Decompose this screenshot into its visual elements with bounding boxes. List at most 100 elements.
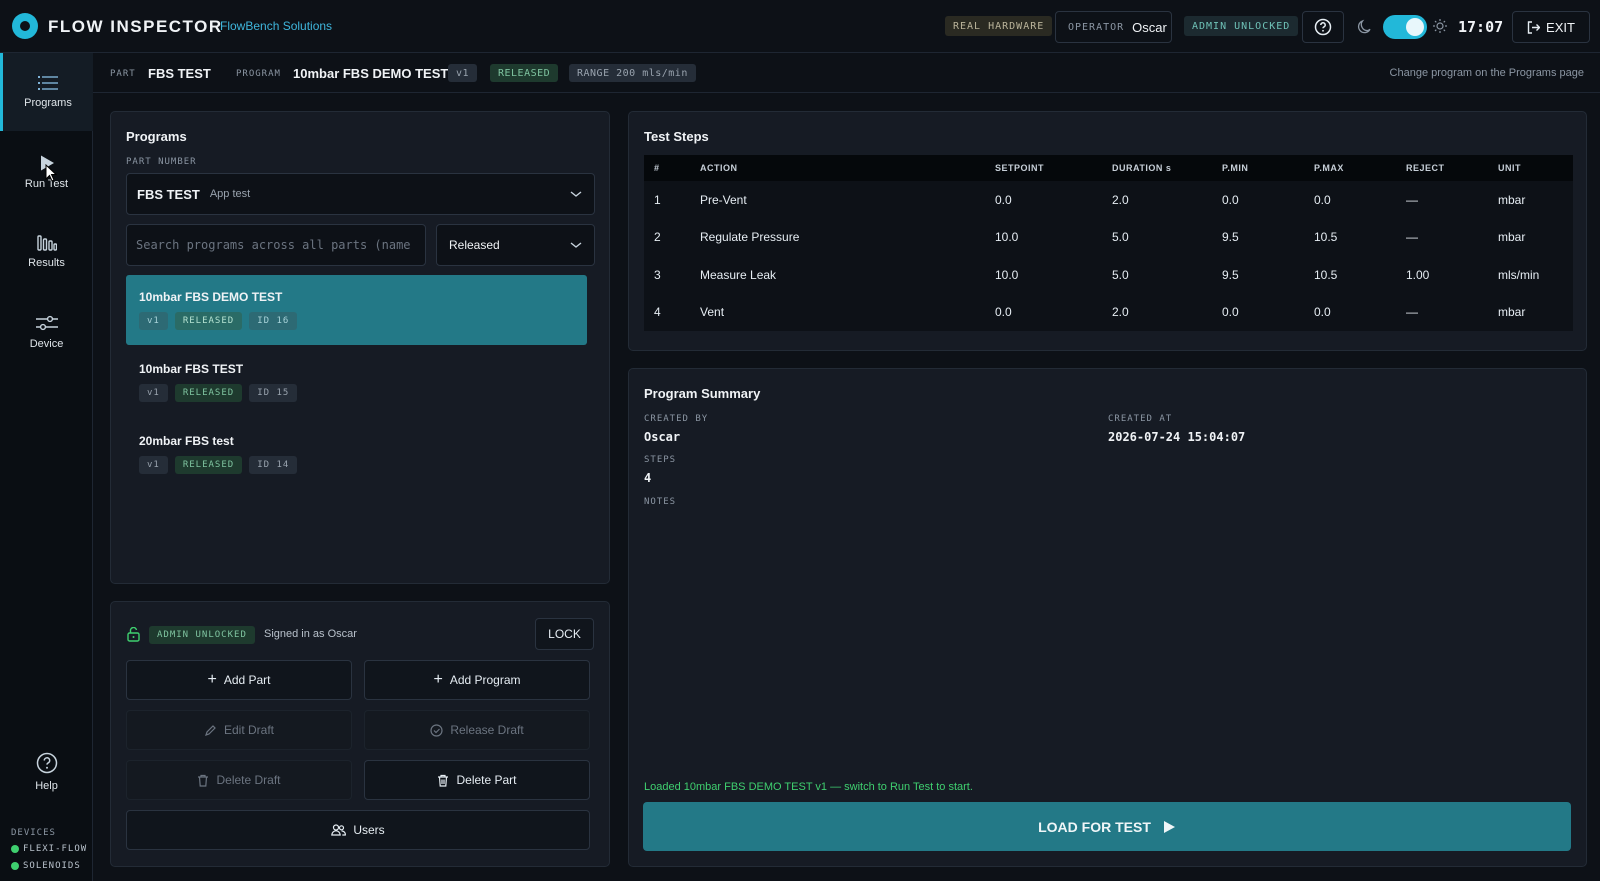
column-header: P.MAX [1304,155,1396,181]
check-circle-icon [430,723,443,737]
edit-draft-label: Edit Draft [223,723,274,737]
delete-part-label: Delete Part [456,773,517,787]
admin-panel: ADMIN UNLOCKED Signed in as Oscar LOCK +… [110,601,610,867]
exit-icon [1527,20,1541,34]
moon-icon [1357,19,1371,34]
status-tag: RELEASED [174,312,243,330]
sidebar-item-label: Help [35,780,58,792]
part-number-select[interactable]: FBS TEST App test [126,173,595,215]
operator-box[interactable]: OPERATOR Oscar [1055,11,1172,43]
mouse-cursor-icon [45,164,57,182]
table-cell: 2.0 [1102,181,1212,219]
logo-icon [12,13,38,39]
add-part-button[interactable]: + Add Part [126,660,352,700]
device-solenoids: SOLENOIDS [11,861,81,871]
operator-name: Oscar [1132,19,1167,35]
edit-draft-button[interactable]: Edit Draft [126,710,352,750]
table-cell: 0.0 [1212,181,1304,219]
id-tag: ID 14 [249,456,298,474]
table-row: 2 Regulate Pressure 10.0 5.0 9.5 10.5 — … [644,218,1573,256]
version-tag: v1 [139,312,168,330]
steps-label: STEPS [644,455,677,465]
table-cell: — [1396,218,1488,256]
table-cell: 10.0 [985,218,1102,256]
theme-toggle[interactable] [1383,15,1427,39]
delete-part-button[interactable]: Delete Part [364,760,590,800]
operator-label: OPERATOR [1068,21,1125,33]
bar-chart-icon [36,235,57,251]
column-header: DURATION s [1102,155,1212,181]
table-cell: 0.0 [1304,181,1396,219]
trash-icon [438,774,449,787]
test-steps-table: # ACTION SETPOINT DURATION s P.MIN P.MAX… [644,155,1573,331]
table-row: 4 Vent 0.0 2.0 0.0 0.0 — mbar [644,293,1573,331]
steps-value: 4 [644,471,652,485]
sidebar-item-programs[interactable]: Programs [0,53,93,131]
status-badge: RELEASED [490,64,559,82]
table-cell: mls/min [1488,256,1573,294]
table-cell: 9.5 [1212,256,1304,294]
table-cell: 0.0 [985,293,1102,331]
list-icon [38,76,58,90]
part-selected: FBS TEST [137,186,200,202]
program-list-item[interactable]: 10mbar FBS DEMO TEST v1 RELEASED ID 16 [126,275,587,345]
device-label: SOLENOIDS [23,861,81,871]
program-search-input[interactable]: Search programs across all parts (name [126,224,426,266]
table-cell: — [1396,293,1488,331]
table-cell: mbar [1488,218,1573,256]
program-name: 10mbar FBS TEST [139,362,244,376]
filter-value: Released [449,238,500,252]
part-label: PART [110,69,136,79]
search-placeholder: Search programs across all parts (name [136,238,411,252]
column-header: UNIT [1488,155,1573,181]
pencil-icon [205,724,216,736]
status-dot-icon [11,845,19,853]
sliders-icon [35,315,58,331]
clock: 17:07 [1458,18,1504,36]
help-button[interactable] [1302,11,1344,43]
program-info-bar: PART FBS TEST PROGRAM 10mbar FBS DEMO TE… [93,53,1600,93]
table-cell: 1.00 [1396,256,1488,294]
sidebar-item-label: Programs [24,97,72,109]
status-filter-select[interactable]: Released [436,224,595,266]
table-cell: 5.0 [1102,218,1212,256]
created-at-value: 2026-07-24 15:04:07 [1108,430,1246,444]
version-tag: v1 [139,384,168,402]
version-badge: v1 [448,64,478,82]
table-cell: 1 [644,181,690,219]
sidebar-item-device[interactable]: Device [0,293,93,371]
table-row: 3 Measure Leak 10.0 5.0 9.5 10.5 1.00 ml… [644,256,1573,294]
column-header: SETPOINT [985,155,1102,181]
lock-label: LOCK [548,627,581,641]
trash-icon [198,774,209,787]
device-label: FLEXI-FLOW [23,844,88,854]
column-header: REJECT [1396,155,1488,181]
users-button[interactable]: Users [126,810,590,850]
table-cell: 2 [644,218,690,256]
lock-button[interactable]: LOCK [535,618,594,650]
table-header-row: # ACTION SETPOINT DURATION s P.MIN P.MAX… [644,155,1573,181]
program-list-item[interactable]: 20mbar FBS test v1 RELEASED ID 14 [126,419,587,489]
exit-button[interactable]: EXIT [1512,11,1590,43]
status-tag: RELEASED [174,384,243,402]
table-cell: 10.5 [1304,256,1396,294]
sidebar-item-help[interactable]: Help [0,733,93,811]
created-by-label: CREATED BY [644,414,709,424]
part-number-label: PART NUMBER [126,157,197,167]
column-header: P.MIN [1212,155,1304,181]
table-cell: — [1396,181,1488,219]
created-by-value: Oscar [644,430,681,444]
id-tag: ID 15 [249,384,298,402]
admin-badge: ADMIN UNLOCKED [1184,16,1299,36]
program-list-item[interactable]: 10mbar FBS TEST v1 RELEASED ID 15 [126,347,587,417]
delete-draft-button[interactable]: Delete Draft [126,760,352,800]
test-steps-panel: Test Steps # ACTION SETPOINT DURATION s … [628,111,1587,351]
load-for-test-button[interactable]: LOAD FOR TEST [643,802,1571,851]
id-tag: ID 16 [249,312,298,330]
release-draft-button[interactable]: Release Draft [364,710,590,750]
sidebar-item-results[interactable]: Results [0,213,93,291]
table-cell: 10.5 [1304,218,1396,256]
table-cell: Regulate Pressure [690,218,985,256]
add-program-button[interactable]: + Add Program [364,660,590,700]
signed-in-text: Signed in as Oscar [264,628,357,640]
